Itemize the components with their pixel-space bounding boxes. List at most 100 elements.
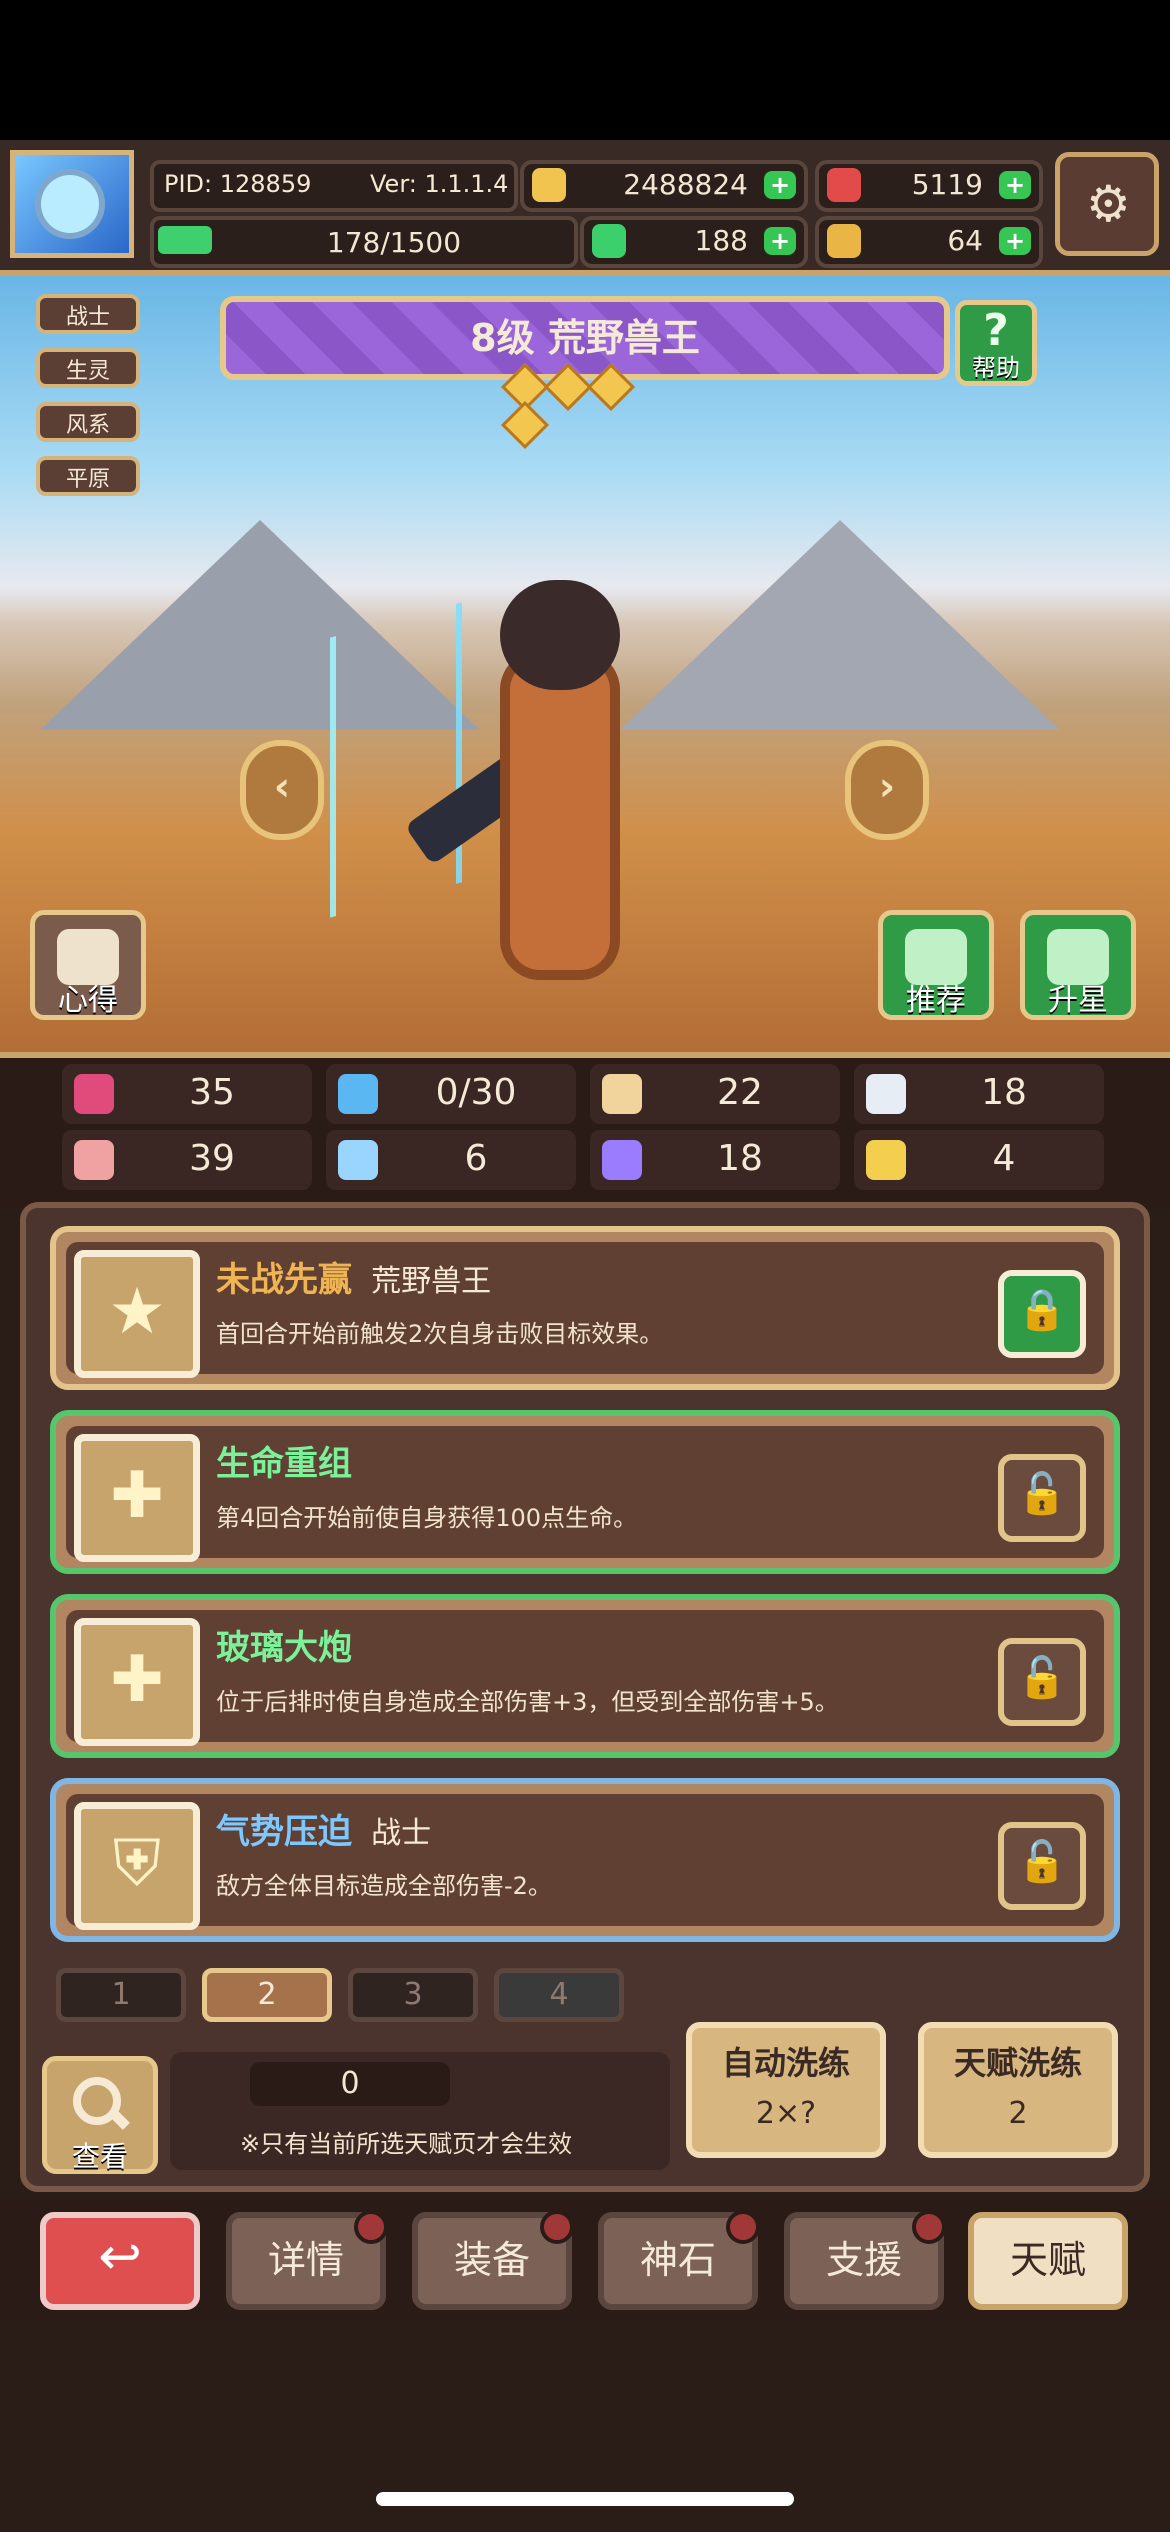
wash-count: 0: [250, 2062, 450, 2106]
recommend-button[interactable]: 推荐: [878, 910, 994, 1020]
notification-dot: [540, 2210, 574, 2244]
stat-value: 39: [189, 1138, 235, 1179]
unlock-icon: 🔓: [1017, 1655, 1067, 1701]
water-drop-icon: [338, 1074, 378, 1114]
unlock-icon: 🔓: [1017, 1839, 1067, 1885]
add-clover-button[interactable]: +: [764, 227, 796, 255]
talent-unlock-button[interactable]: 🔓: [998, 1454, 1086, 1542]
home-indicator: [376, 2492, 794, 2506]
talent-lock-button[interactable]: 🔒: [998, 1270, 1086, 1358]
insight-label: 心得: [58, 983, 118, 1018]
wash-count-value: 0: [340, 2066, 360, 2101]
unlock-icon: 🔓: [1017, 1471, 1067, 1517]
talent-card-3[interactable]: ✚ 玻璃大炮 位于后排时使自身造成全部伤害+3，但受到全部伤害+5。 🔓: [50, 1594, 1120, 1758]
tag-creature: 生灵: [36, 348, 140, 388]
talent-sub: 战士: [371, 1816, 432, 1851]
nav-godstone[interactable]: 神石: [598, 2210, 760, 2310]
talent-desc: 第4回合开始前使自身获得100点生命。: [216, 1504, 638, 1532]
nav-equipment[interactable]: 装备: [412, 2210, 574, 2310]
talent-wash-cost: 2: [1008, 2096, 1028, 2131]
star-icon: [544, 362, 593, 412]
settings-button[interactable]: ⚙: [1055, 152, 1159, 256]
talent-card-1[interactable]: ★ 未战先赢 荒野兽王 首回合开始前触发2次自身击败目标效果。 🔒: [50, 1226, 1120, 1390]
notification-dot: [726, 2210, 760, 2244]
nav-equipment-label: 装备: [453, 2238, 530, 2282]
flag-icon: [602, 1140, 642, 1180]
nav-support[interactable]: 支援: [784, 2210, 946, 2310]
stamina-value: 178/1500: [326, 226, 462, 259]
talent-page-tab-2[interactable]: 2: [202, 1968, 332, 2022]
back-button[interactable]: ↩: [40, 2212, 200, 2310]
stat-attack: 39: [62, 1130, 312, 1190]
talent-unlock-button[interactable]: 🔓: [998, 1822, 1086, 1910]
notification-dot: [354, 2210, 388, 2244]
talent-name: 气势压迫: [216, 1812, 352, 1852]
auto-wash-button[interactable]: 自动洗练 2×?: [686, 2022, 886, 2158]
wash-info-box: 0 ※只有当前所选天赋页才会生效: [170, 2052, 670, 2170]
player-avatar[interactable]: [10, 150, 134, 258]
gear-icon: ⚙: [1086, 175, 1131, 233]
stat-value: 22: [717, 1072, 763, 1113]
talent-icon-box: ✚: [74, 1434, 200, 1562]
hero-stars: [500, 362, 668, 450]
plus-icon: ✚: [110, 1459, 164, 1533]
wind-icon: [866, 1074, 906, 1114]
gold-coin-icon: [532, 168, 566, 202]
tag-warrior: 战士: [36, 294, 140, 334]
hero-title-banner: 8级 荒野兽王: [220, 296, 950, 380]
clover-icon: [592, 224, 626, 258]
talent-desc: 敌方全体目标造成全部伤害-2。: [216, 1872, 552, 1900]
gold-currency: 2488824 +: [520, 160, 808, 212]
nav-talent[interactable]: 天赋: [968, 2212, 1128, 2310]
upgrade-star-label: 升星: [1048, 983, 1108, 1018]
next-hero-button[interactable]: ›: [845, 740, 929, 840]
stat-value: 6: [464, 1138, 488, 1179]
talent-card-2[interactable]: ✚ 生命重组 第4回合开始前使自身获得100点生命。 🔓: [50, 1410, 1120, 1574]
recommend-label: 推荐: [906, 983, 966, 1018]
key-value: 64: [947, 224, 983, 257]
help-button[interactable]: ? 帮助: [955, 300, 1037, 386]
talent-page-tab-1[interactable]: 1: [56, 1968, 186, 2022]
back-arrow-icon: ↩: [98, 2227, 142, 2287]
talent-page-tab-4[interactable]: 4: [494, 1968, 624, 2022]
talent-card-4[interactable]: ⛨ 气势压迫 战士 敌方全体目标造成全部伤害-2。 🔓: [50, 1778, 1120, 1942]
stat-mana: 0/30: [326, 1064, 576, 1124]
notification-dot: [912, 2210, 946, 2244]
stamina-bar: 178/1500: [150, 216, 578, 268]
fist-icon: [74, 1140, 114, 1180]
previous-hero-button[interactable]: ‹: [240, 740, 324, 840]
stat-value: 18: [981, 1072, 1027, 1113]
talent-name: 生命重组: [216, 1444, 352, 1484]
hero-title-text: 8级 荒野兽王: [470, 316, 700, 360]
star-icon: [500, 400, 550, 450]
stat-health: 35: [62, 1064, 312, 1124]
stat-knowledge: 6: [326, 1130, 576, 1190]
nav-godstone-label: 神石: [639, 2238, 716, 2282]
talent-wash-button[interactable]: 天赋洗练 2: [918, 2022, 1118, 2158]
insight-button[interactable]: 心得: [30, 910, 146, 1020]
nav-support-label: 支援: [825, 2238, 902, 2282]
nav-details[interactable]: 详情: [226, 2210, 388, 2310]
pid-text: PID: 128859: [164, 170, 312, 198]
tag-wind: 风系: [36, 402, 140, 442]
add-gold-button[interactable]: +: [764, 171, 796, 199]
gold-value: 2488824: [623, 168, 748, 201]
plus-icon: ✚: [110, 1643, 164, 1717]
talent-desc: 首回合开始前触发2次自身击败目标效果。: [216, 1320, 664, 1348]
star-icon: [587, 362, 636, 412]
add-gem-button[interactable]: +: [999, 171, 1031, 199]
hero-character-sprite: [404, 560, 710, 1040]
talent-desc: 位于后排时使自身造成全部伤害+3，但受到全部伤害+5。: [216, 1688, 839, 1716]
star-icon: ★: [108, 1275, 166, 1349]
shield-icon: [602, 1074, 642, 1114]
view-button[interactable]: 查看: [42, 2056, 158, 2174]
chevron-left-icon: ‹: [273, 764, 291, 810]
talent-unlock-button[interactable]: 🔓: [998, 1638, 1086, 1726]
tag-plain: 平原: [36, 456, 140, 496]
talent-page-tab-3[interactable]: 3: [348, 1968, 478, 2022]
stamina-fill: [158, 226, 212, 254]
upgrade-star-button[interactable]: 升星: [1020, 910, 1136, 1020]
hero-head: [500, 580, 620, 690]
stat-value: 35: [189, 1072, 235, 1113]
add-key-button[interactable]: +: [999, 227, 1031, 255]
